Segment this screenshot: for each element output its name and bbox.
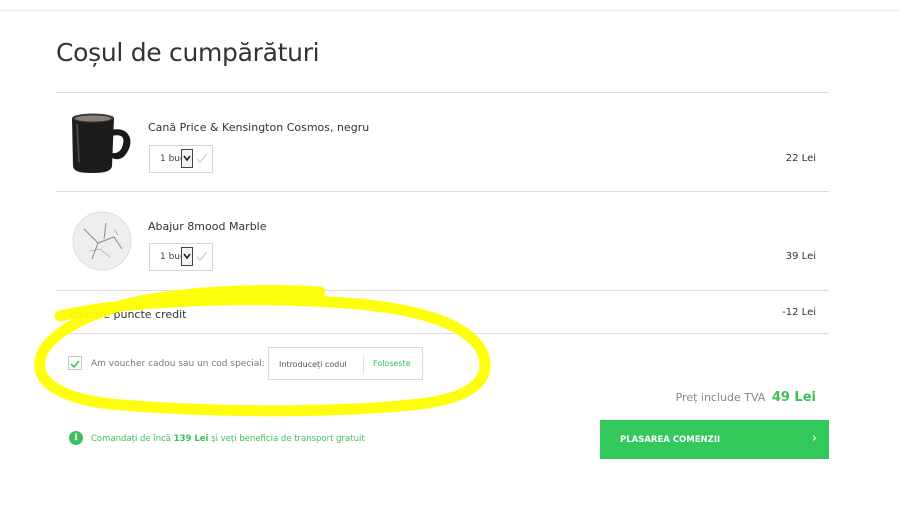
item-price: 39 Lei [785,251,816,262]
quantity-value: 1 buc [160,252,182,262]
voucher-form: Foloseste [268,347,423,380]
quantity-selector[interactable]: 1 buc [149,243,213,271]
page-title: Coșul de cumpărături [56,38,320,67]
chevron-right-icon: › [811,431,817,446]
order-total: Preț include TVA 49 Lei [676,390,816,405]
total-label: Preț include TVA [675,391,766,404]
free-shipping-notice: Comandați de încă 139 Lei și veți benefi… [91,434,365,444]
credit-points-label: Valoare puncte credit [69,308,187,321]
quantity-value: 1 buc [160,154,182,164]
product-name[interactable]: Cană Price & Kensington Cosmos, negru [148,121,369,134]
shipping-remaining-amount: 139 Lei [173,434,209,444]
voucher-code-input[interactable] [275,354,365,374]
chevron-down-icon[interactable] [181,149,193,168]
place-order-label: PLASAREA COMENZII [620,435,721,445]
credit-divider [56,333,829,334]
checkmark-icon [70,360,80,369]
quantity-selector[interactable]: 1 buc [149,145,213,173]
total-amount: 49 Lei [771,390,816,405]
info-icon: i [69,431,83,445]
apply-voucher-button[interactable]: Foloseste [373,359,411,368]
credit-points-value: -12 Lei [782,307,816,318]
checkmark-icon[interactable] [196,249,208,268]
top-divider [0,10,900,11]
voucher-checkbox[interactable] [68,356,82,370]
item-divider [56,191,829,192]
product-name[interactable]: Abajur 8mood Marble [148,220,267,233]
place-order-button[interactable]: PLASAREA COMENZII › [600,420,829,459]
voucher-checkbox-label[interactable]: Am voucher cadou sau un cod special: [91,359,265,369]
item-price: 22 Lei [785,153,816,164]
marble-lampshade-image[interactable] [70,209,134,273]
voucher-separator [363,355,364,374]
cart-divider [56,92,829,93]
chevron-down-icon[interactable] [181,247,193,266]
black-mug-image[interactable] [66,110,136,175]
checkmark-icon[interactable] [196,151,208,170]
item-divider [56,290,829,291]
